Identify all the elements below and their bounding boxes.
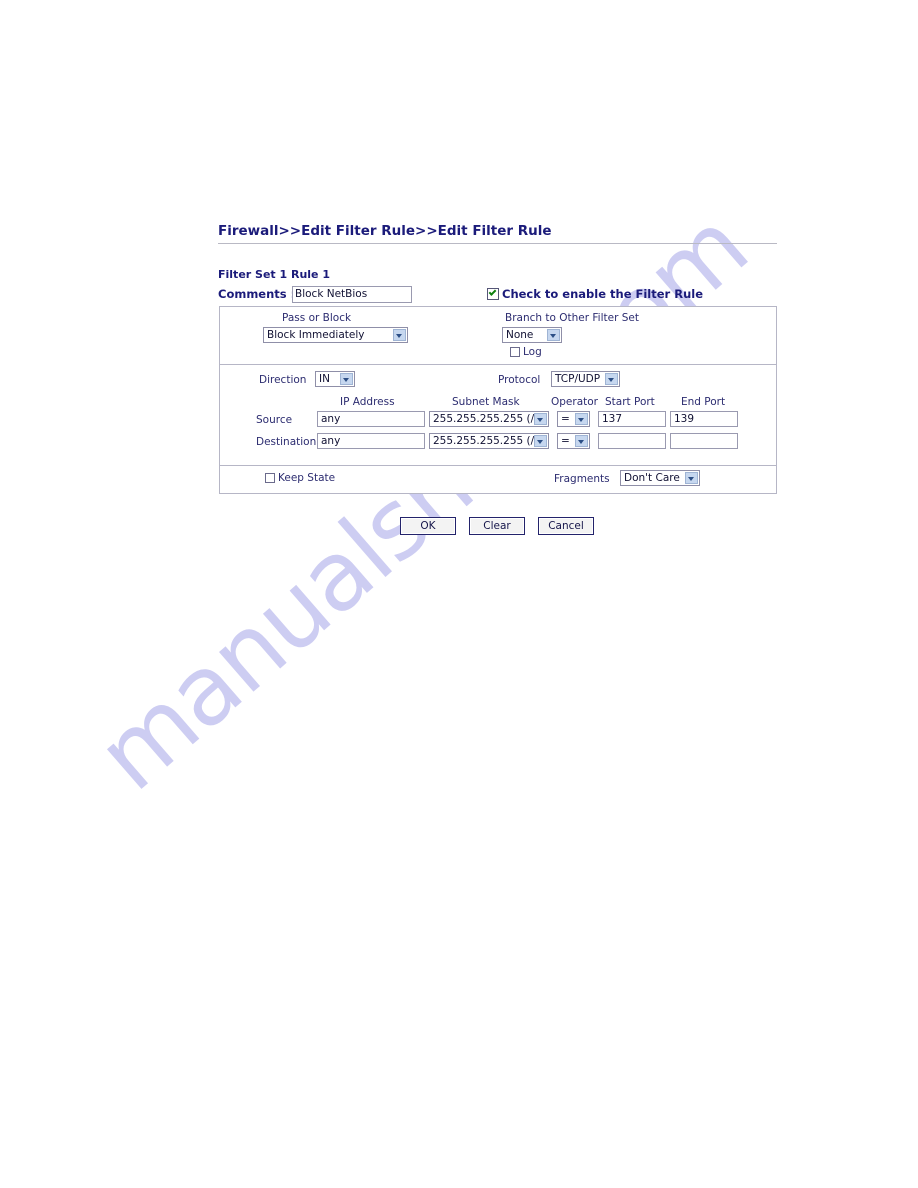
destination-start-port-input[interactable] <box>598 433 666 449</box>
destination-end-port-input[interactable] <box>670 433 738 449</box>
direction-label: Direction <box>259 374 307 386</box>
column-header-end-port: End Port <box>681 396 726 408</box>
source-start-port-input[interactable]: 137 <box>598 411 666 427</box>
panel-section-options: Keep State Fragments Don't Care <box>220 465 776 493</box>
clear-button[interactable]: Clear <box>469 517 525 535</box>
protocol-select[interactable]: TCP/UDP <box>551 371 620 387</box>
chevron-down-icon[interactable] <box>685 472 698 484</box>
breadcrumb-level-3: Edit Filter Rule <box>437 223 552 239</box>
branch-to-other-filter-set-label: Branch to Other Filter Set <box>505 312 639 324</box>
log-checkbox[interactable] <box>510 347 520 357</box>
enable-filter-rule-checkbox[interactable] <box>487 288 499 300</box>
ok-button[interactable]: OK <box>400 517 456 535</box>
enable-filter-rule-row[interactable]: Check to enable the Filter Rule <box>487 287 703 301</box>
chevron-down-icon[interactable] <box>534 413 547 425</box>
source-subnet-mask-select[interactable]: 255.255.255.255 (/32) <box>429 411 549 427</box>
breadcrumb-separator-2: >> <box>415 223 438 239</box>
row-label-destination: Destination <box>256 436 317 448</box>
fragments-label: Fragments <box>554 473 610 485</box>
filter-set-title: Filter Set 1 Rule 1 <box>218 268 330 281</box>
protocol-label: Protocol <box>498 374 541 386</box>
form-buttons: OK Clear Cancel <box>0 517 918 537</box>
breadcrumb-level-2[interactable]: Edit Filter Rule <box>301 223 415 239</box>
chevron-down-icon[interactable] <box>547 329 560 341</box>
chevron-down-icon[interactable] <box>575 413 588 425</box>
filter-rule-panel: Pass or Block Block Immediately Branch t… <box>219 306 777 494</box>
pass-or-block-select[interactable]: Block Immediately <box>263 327 408 343</box>
breadcrumb-separator-1: >> <box>278 223 302 239</box>
keep-state-checkbox[interactable] <box>265 473 275 483</box>
comments-input[interactable]: Block NetBios <box>292 286 412 303</box>
enable-filter-rule-label: Check to enable the Filter Rule <box>502 287 704 301</box>
chevron-down-icon[interactable] <box>575 435 588 447</box>
chevron-down-icon[interactable] <box>393 329 406 341</box>
panel-section-action: Pass or Block Block Immediately Branch t… <box>220 307 776 364</box>
breadcrumb: Firewall>>Edit Filter Rule>>Edit Filter … <box>218 223 552 239</box>
branch-to-other-filter-set-select[interactable]: None <box>502 327 562 343</box>
pass-or-block-label: Pass or Block <box>282 312 352 324</box>
chevron-down-icon[interactable] <box>340 373 353 385</box>
column-header-operator: Operator <box>551 396 598 408</box>
column-header-ip-address: IP Address <box>340 396 395 408</box>
header-divider <box>218 243 777 244</box>
destination-ip-address-input[interactable]: any <box>317 433 425 449</box>
page-content: Firewall>>Edit Filter Rule>>Edit Filter … <box>0 0 918 1188</box>
source-end-port-input[interactable]: 139 <box>670 411 738 427</box>
destination-operator-select[interactable]: = <box>557 433 590 449</box>
row-label-source: Source <box>256 414 293 426</box>
panel-section-addresses: Direction IN Protocol TCP/UDP IP Address… <box>220 364 776 465</box>
keep-state-label: Keep State <box>278 472 336 484</box>
column-header-start-port: Start Port <box>605 396 655 408</box>
source-ip-address-input[interactable]: any <box>317 411 425 427</box>
column-header-subnet-mask: Subnet Mask <box>452 396 520 408</box>
chevron-down-icon[interactable] <box>534 435 547 447</box>
fragments-select[interactable]: Don't Care <box>620 470 700 486</box>
cancel-button[interactable]: Cancel <box>538 517 594 535</box>
breadcrumb-root[interactable]: Firewall <box>218 223 279 239</box>
comments-label: Comments : <box>218 287 296 301</box>
source-operator-select[interactable]: = <box>557 411 590 427</box>
direction-select[interactable]: IN <box>315 371 355 387</box>
chevron-down-icon[interactable] <box>605 373 618 385</box>
destination-subnet-mask-select[interactable]: 255.255.255.255 (/32) <box>429 433 549 449</box>
log-label: Log <box>523 346 542 358</box>
